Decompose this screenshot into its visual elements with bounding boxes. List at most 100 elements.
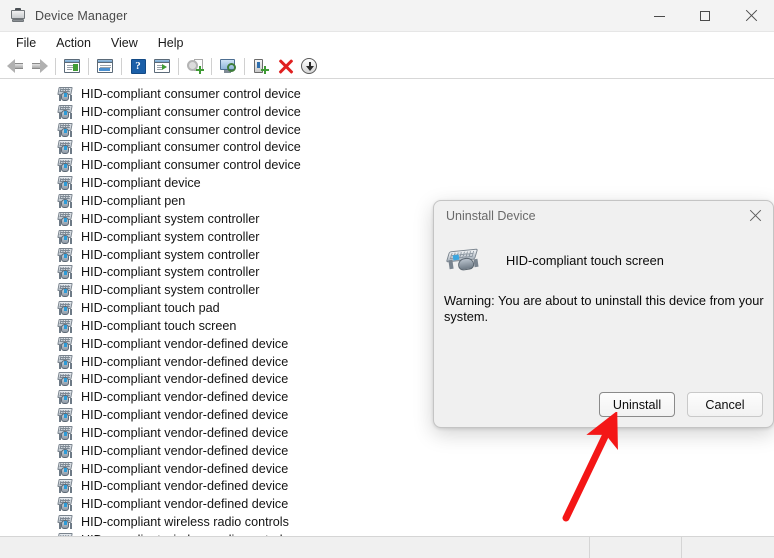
device-tree-row[interactable]: HID-compliant consumer control device [0,139,774,157]
device-tree-row-label: HID-compliant touch screen [81,318,237,333]
dialog-close-button[interactable] [735,201,773,231]
device-tree-row[interactable]: HID-compliant consumer control device [0,103,774,121]
device-tree-row-label: HID-compliant vendor-defined device [81,497,289,512]
show-hide-action-pane-icon [154,59,170,73]
show-hide-action-pane-button[interactable] [150,55,174,77]
disable-device-button[interactable] [297,55,321,77]
minimize-button[interactable] [636,0,682,32]
hid-device-icon [57,390,75,405]
menu-file[interactable]: File [6,33,46,53]
maximize-button[interactable] [682,0,728,32]
device-tree-row-label: HID-compliant consumer control device [81,140,301,155]
device-tree-row-label: HID-compliant system controller [81,229,260,244]
device-tree-row-label: HID-compliant vendor-defined device [81,336,289,351]
back-button[interactable] [3,55,27,77]
hid-device-icon [57,461,75,476]
device-manager-window: Device Manager File Action View Help ? H… [0,0,774,558]
show-hide-console-tree-button[interactable] [60,55,84,77]
scan-for-hardware-changes-button[interactable] [216,55,240,77]
device-tree-row[interactable]: HID-compliant vendor-defined device [0,478,774,496]
hid-device-icon [57,408,75,423]
hid-device-icon [57,247,75,262]
device-tree-row-label: HID-compliant vendor-defined device [81,479,289,494]
dialog-warning-text: Warning: You are about to uninstall this… [444,293,764,324]
device-tree-row-label: HID-compliant system controller [81,283,260,298]
device-tree-row-label: HID-compliant consumer control device [81,104,301,119]
hid-device-icon [57,104,75,119]
dialog-device-name: HID-compliant touch screen [506,252,664,268]
status-bar-message [0,537,590,558]
hid-device-icon [57,318,75,333]
hid-device-icon [57,497,75,512]
device-tree-row-label: HID-compliant wireless radio controls [81,515,289,530]
menu-view[interactable]: View [101,33,148,53]
menu-help[interactable]: Help [148,33,194,53]
hid-device-icon [57,265,75,280]
device-tree-row-label: HID-compliant consumer control device [81,122,301,137]
close-button[interactable] [728,0,774,32]
device-tree-row[interactable]: HID-compliant wireless radio controls [0,513,774,531]
show-hide-console-tree-icon [64,59,80,73]
dialog-device-row: HID-compliant touch screen [445,246,664,274]
toolbar-separator [55,57,56,75]
toolbar-separator [211,57,212,75]
device-tree-row-label: HID-compliant system controller [81,211,260,226]
title-bar: Device Manager [0,0,774,32]
device-tree-row[interactable]: HID-compliant consumer control device [0,85,774,103]
device-tree-row-label: HID-compliant consumer control device [81,158,301,173]
hid-device-icon [57,372,75,387]
enable-device-icon [253,58,269,74]
disable-device-icon [301,58,317,74]
device-tree-row[interactable]: HID-compliant consumer control device [0,121,774,139]
status-bar-segment-3 [682,537,774,558]
device-tree-row[interactable]: HID-compliant vendor-defined device [0,495,774,513]
hid-device-icon [57,336,75,351]
forward-button[interactable] [27,55,51,77]
help-icon: ? [130,58,146,74]
status-bar-segment-2 [590,537,682,558]
hid-device-icon [57,479,75,494]
hid-device-icon [57,176,75,191]
hid-device-icon [57,301,75,316]
dialog-title-bar: Uninstall Device [434,201,773,231]
device-tree-row[interactable]: HID-compliant vendor-defined device [0,442,774,460]
toolbar: ? [0,54,774,79]
properties-button[interactable] [93,55,117,77]
properties-icon [97,59,113,73]
status-bar [0,536,774,558]
device-tree-row-label: HID-compliant vendor-defined device [81,354,289,369]
device-tree-row[interactable]: HID-compliant device [0,174,774,192]
enable-device-button[interactable] [249,55,273,77]
update-driver-button[interactable] [183,55,207,77]
device-tree-row-label: HID-compliant vendor-defined device [81,372,289,387]
window-controls [636,0,774,32]
device-tree-row-label: HID-compliant vendor-defined device [81,408,289,423]
hid-device-icon [57,229,75,244]
cancel-button[interactable]: Cancel [687,392,763,417]
toolbar-separator [88,57,89,75]
hid-device-icon [57,443,75,458]
device-tree-row[interactable]: HID-compliant consumer control device [0,156,774,174]
forward-arrow-icon [31,59,48,73]
device-tree-row-label: HID-compliant system controller [81,265,260,280]
toolbar-separator [121,57,122,75]
hid-device-icon [57,515,75,530]
dialog-body: HID-compliant touch screen Warning: You … [434,231,773,427]
device-tree-row-label: HID-compliant device [81,176,201,191]
menu-bar: File Action View Help [0,32,774,54]
device-tree-row-label: HID-compliant pen [81,193,186,208]
close-icon [749,210,761,222]
device-manager-icon [10,7,26,24]
hid-device-icon [57,158,75,173]
device-tree-row-label: HID-compliant vendor-defined device [81,461,289,476]
hid-device-icon [57,86,75,101]
uninstall-button[interactable]: Uninstall [599,392,675,417]
hid-device-icon [57,193,75,208]
hid-device-icon [57,425,75,440]
uninstall-device-button[interactable] [273,55,297,77]
device-tree-row[interactable]: HID-compliant vendor-defined device [0,460,774,478]
menu-action[interactable]: Action [46,33,101,53]
device-tree-row-label: HID-compliant touch pad [81,301,220,316]
help-button[interactable]: ? [126,55,150,77]
device-tree-row-label: HID-compliant vendor-defined device [81,443,289,458]
